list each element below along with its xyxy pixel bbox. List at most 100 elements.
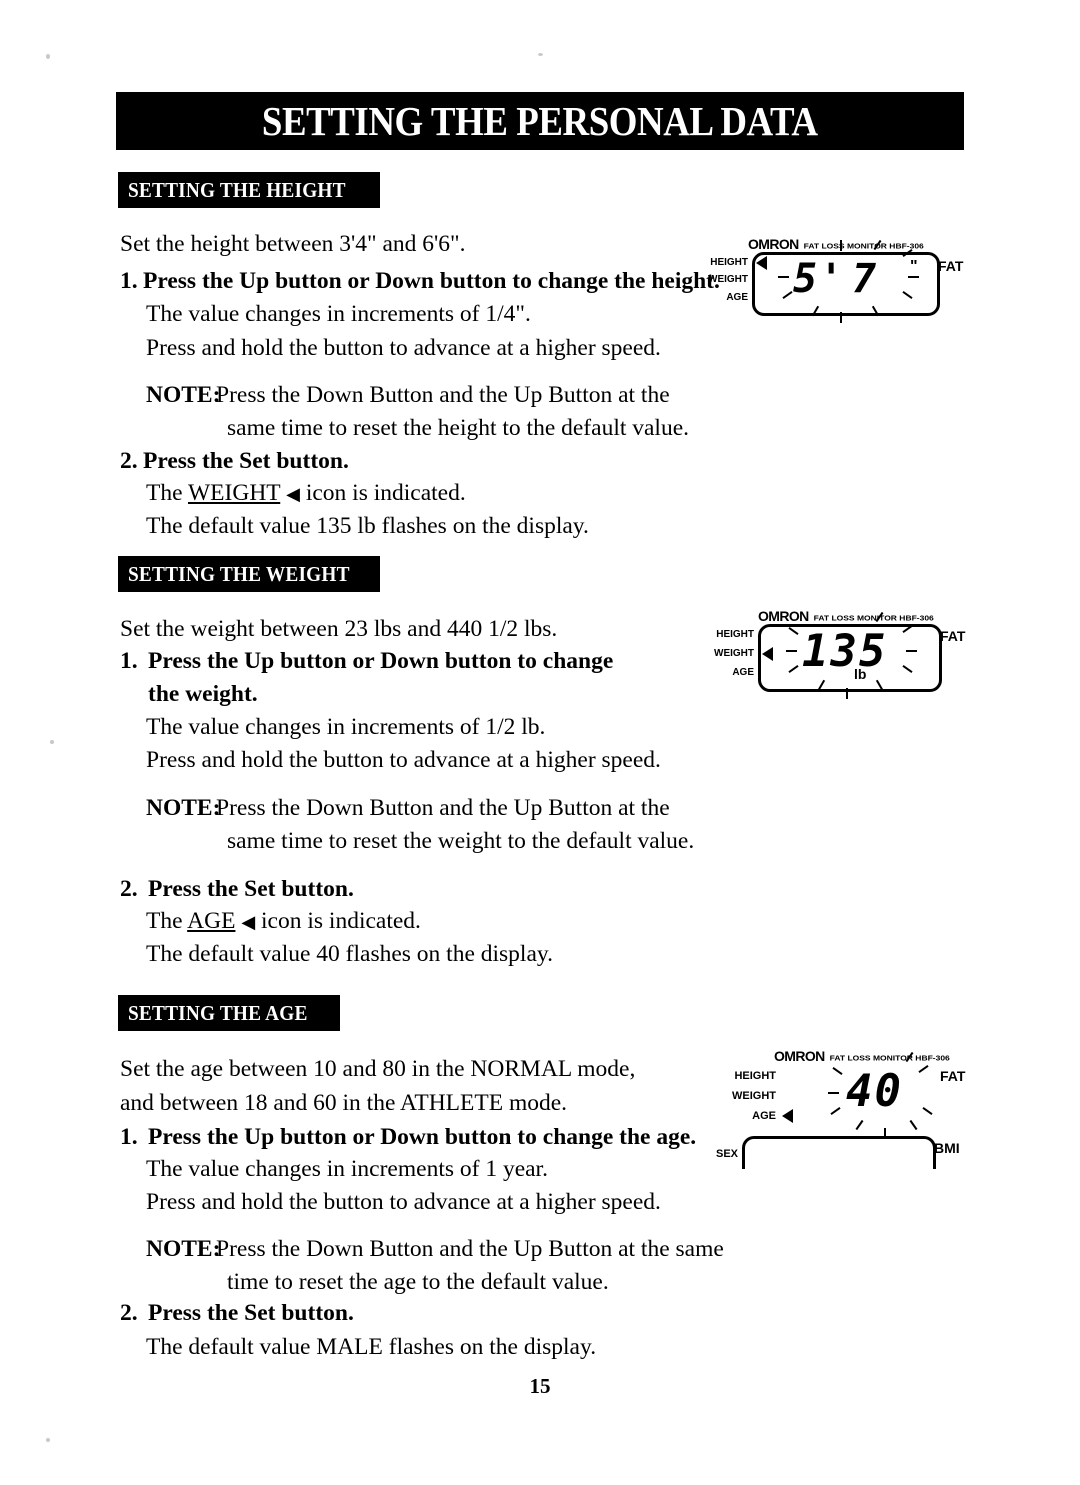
section-header-weight-label: SETTING THE WEIGHT bbox=[128, 561, 350, 586]
lcd-value: 135 bbox=[802, 626, 888, 677]
omron-logo: OMRON bbox=[748, 236, 799, 252]
height-step1-number: 1. bbox=[120, 268, 138, 294]
device-brand-row: OMRON FAT LOSS MONITOR HBF-306 bbox=[758, 608, 934, 624]
weight-note-line-1: Press the Down Button and the Up Button … bbox=[216, 795, 670, 821]
height-step1-text: Press the Up button or Down button to ch… bbox=[143, 268, 720, 294]
weight-step1-detail-1: The value changes in increments of 1/2 l… bbox=[146, 714, 546, 740]
flash-mark bbox=[918, 1065, 929, 1073]
height-step2-detail-1: The WEIGHT ◀ icon is indicated. bbox=[146, 480, 466, 506]
device-label-height: HEIGHT bbox=[710, 257, 748, 268]
device-label-age: AGE bbox=[752, 1110, 776, 1122]
device-illustration-weight: OMRON FAT LOSS MONITOR HBF-306 HEIGHT WE… bbox=[706, 608, 965, 703]
height-step2-number: 2. bbox=[120, 448, 138, 474]
device-model: FAT LOSS MONITOR HBF-306 bbox=[803, 241, 924, 251]
flash-mark bbox=[828, 1092, 839, 1094]
device-model: FAT LOSS MONITOR HBF-306 bbox=[829, 1053, 950, 1063]
height-step2-detail-1-post: icon is indicated. bbox=[305, 480, 466, 506]
flash-mark bbox=[922, 1107, 933, 1115]
scan-artifact bbox=[46, 54, 50, 59]
flash-mark bbox=[840, 312, 842, 323]
flash-mark bbox=[846, 688, 848, 699]
device-illustration-height: OMRON FAT LOSS MONITOR HBF-306 HEIGHT WE… bbox=[708, 236, 963, 326]
section-header-age-label: SETTING THE AGE bbox=[128, 1000, 308, 1025]
lcd-value-inches: 7 bbox=[852, 256, 879, 302]
weight-step1-text-line-2: the weight. bbox=[148, 681, 258, 707]
weight-step2-number: 2. bbox=[120, 876, 138, 902]
device-label-weight: WEIGHT bbox=[708, 274, 748, 285]
age-note-label: NOTE: bbox=[146, 1236, 221, 1262]
height-intro: Set the height between 3'4" and 6'6". bbox=[120, 231, 466, 257]
age-intro-line-2: and between 18 and 60 in the ATHLETE mod… bbox=[120, 1090, 568, 1116]
left-triangle-icon: ◀ bbox=[286, 484, 300, 504]
weight-note-label: NOTE: bbox=[146, 795, 221, 821]
device-label-height: HEIGHT bbox=[734, 1070, 776, 1082]
page-title-banner: SETTING THE PERSONAL DATA bbox=[116, 92, 964, 150]
device-label-fat: FAT bbox=[940, 1068, 966, 1084]
section-header-age: SETTING THE AGE bbox=[118, 995, 340, 1031]
flash-mark bbox=[908, 276, 919, 278]
flash-mark bbox=[832, 1067, 843, 1075]
age-step1-detail-2: Press and hold the button to advance at … bbox=[146, 1189, 661, 1215]
omron-logo: OMRON bbox=[758, 608, 809, 624]
flash-mark bbox=[778, 276, 789, 278]
left-triangle-icon bbox=[782, 1109, 793, 1123]
height-step2-detail-1-target: WEIGHT bbox=[188, 480, 281, 506]
lcd-value-feet: 5' bbox=[793, 256, 846, 302]
height-step1-detail-1: The value changes in increments of 1/4". bbox=[146, 301, 531, 327]
lcd-unit: " bbox=[910, 258, 918, 275]
flash-mark bbox=[830, 1107, 841, 1115]
lcd-value: 40 bbox=[846, 1066, 903, 1117]
age-step1-detail-1: The value changes in increments of 1 yea… bbox=[146, 1156, 548, 1182]
bmi-panel bbox=[742, 1136, 936, 1169]
age-step1-text: Press the Up button or Down button to ch… bbox=[148, 1124, 697, 1150]
weight-note-line-2: same time to reset the weight to the def… bbox=[227, 828, 695, 854]
device-brand-row: OMRON FAT LOSS MONITOR HBF-306 bbox=[748, 236, 924, 252]
flash-mark bbox=[909, 1119, 918, 1131]
height-step1-detail-2: Press and hold the button to advance at … bbox=[146, 335, 661, 361]
weight-step2-detail-1: The AGE ◀ icon is indicated. bbox=[146, 908, 421, 934]
scan-artifact bbox=[46, 1438, 50, 1442]
weight-step2-detail-1-pre: The bbox=[146, 908, 183, 934]
age-step2-text: Press the Set button. bbox=[148, 1300, 354, 1326]
device-label-age: AGE bbox=[726, 292, 748, 303]
height-note-label: NOTE: bbox=[146, 382, 221, 408]
height-step2-detail-1-pre: The bbox=[146, 480, 183, 506]
weight-step2-text: Press the Set button. bbox=[148, 876, 354, 902]
height-note-line-1: Press the Down Button and the Up Button … bbox=[216, 382, 670, 408]
scan-artifact bbox=[538, 53, 543, 56]
age-step1-number: 1. bbox=[120, 1124, 138, 1150]
section-header-weight: SETTING THE WEIGHT bbox=[118, 556, 380, 592]
device-label-sex: SEX bbox=[715, 1148, 738, 1160]
age-note-line-2: time to reset the age to the default val… bbox=[227, 1269, 609, 1295]
left-triangle-icon: ◀ bbox=[241, 912, 256, 932]
device-label-age: AGE bbox=[732, 667, 754, 678]
left-triangle-icon bbox=[762, 647, 773, 661]
flash-mark bbox=[786, 650, 797, 652]
flash-mark bbox=[906, 650, 917, 652]
device-label-height: HEIGHT bbox=[716, 629, 754, 640]
section-header-height-label: SETTING THE HEIGHT bbox=[128, 177, 346, 202]
weight-step2-detail-1-target: AGE bbox=[187, 908, 236, 934]
age-step2-number: 2. bbox=[120, 1300, 138, 1326]
page-number: 15 bbox=[529, 1374, 551, 1398]
weight-intro: Set the weight between 23 lbs and 440 1/… bbox=[120, 616, 558, 642]
weight-step2-detail-1-post: icon is indicated. bbox=[261, 908, 421, 934]
manual-page: SETTING THE PERSONAL DATA SETTING THE HE… bbox=[0, 0, 1080, 1485]
weight-step1-text-line-1: Press the Up button or Down button to ch… bbox=[148, 648, 614, 674]
height-step2-text: Press the Set button. bbox=[143, 448, 349, 474]
section-header-height: SETTING THE HEIGHT bbox=[118, 172, 380, 208]
age-note-line-1: Press the Down Button and the Up Button … bbox=[216, 1236, 724, 1262]
weight-step1-number: 1. bbox=[120, 648, 138, 674]
height-step2-detail-2: The default value 135 lb flashes on the … bbox=[146, 513, 589, 539]
device-brand-row: OMRON FAT LOSS MONITOR HBF-306 bbox=[774, 1048, 950, 1064]
flash-mark bbox=[855, 1119, 864, 1131]
weight-step1-detail-2: Press and hold the button to advance at … bbox=[146, 747, 661, 773]
device-illustration-age: OMRON FAT LOSS MONITOR HBF-306 HEIGHT WE… bbox=[706, 1048, 966, 1169]
device-label-weight: WEIGHT bbox=[732, 1090, 776, 1102]
device-model: FAT LOSS MONITOR HBF-306 bbox=[813, 613, 934, 623]
age-intro-line-1: Set the age between 10 and 80 in the NOR… bbox=[120, 1056, 636, 1082]
omron-logo: OMRON bbox=[774, 1048, 825, 1064]
weight-step2-detail-2: The default value 40 flashes on the disp… bbox=[146, 941, 553, 967]
scan-artifact bbox=[50, 740, 54, 744]
lcd-unit: lb bbox=[854, 666, 867, 682]
